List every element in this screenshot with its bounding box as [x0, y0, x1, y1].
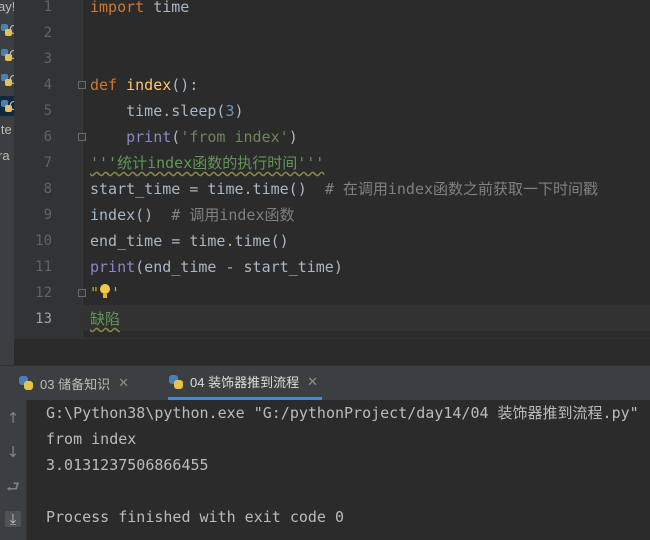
console-toolbar: ↑ ↓ ⮐ ⤓: [0, 400, 27, 540]
code-token: index(): [90, 206, 172, 224]
arrow-up-icon[interactable]: ↑: [5, 410, 21, 426]
code-editor[interactable]: 1 2 3 4 5 6 7 8 9 10 11 12 13 import time def index()…: [14, 0, 650, 338]
code-token: 3: [225, 102, 235, 120]
fold-marker-icon[interactable]: [78, 81, 86, 89]
tab-03-run[interactable]: 03 储备知识 ✕: [18, 366, 129, 400]
run-tool-tabs: 03 储备知识 ✕ 04 装饰器推到流程 ✕: [0, 365, 650, 401]
code-token: '''统计index函数的执行时间''': [90, 154, 325, 172]
line-number: 7: [43, 155, 52, 171]
code-line[interactable]: print('from index'): [90, 124, 298, 150]
code-line[interactable]: time.sleep(3): [90, 98, 244, 124]
run-console[interactable]: ↑ ↓ ⮐ ⤓ G:\Python38\python.exe "G:/pytho…: [0, 400, 650, 540]
arrow-down-icon[interactable]: ↓: [5, 444, 21, 460]
fold-marker-icon[interactable]: [78, 289, 86, 297]
code-token: time.sleep(: [90, 102, 226, 120]
code-token: end_time = time.time(): [90, 232, 289, 250]
soft-wrap-icon[interactable]: ⮐: [5, 479, 21, 495]
code-token: # 调用index函数: [171, 206, 295, 224]
console-exit-line: Process finished with exit code 0: [46, 508, 345, 526]
editor-bottom-edge: [14, 338, 650, 366]
line-number: 13: [35, 311, 52, 327]
line-number: 2: [43, 25, 52, 41]
code-token: ():: [171, 76, 199, 94]
code-token: 'from index': [180, 128, 289, 146]
code-token: print: [126, 128, 172, 146]
code-token: print: [90, 258, 136, 276]
code-line[interactable]: " ': [90, 280, 120, 306]
tab-label: 04 装饰器推到流程: [190, 375, 300, 390]
code-line[interactable]: end_time = time.time(): [90, 228, 289, 254]
code-line[interactable]: print(end_time - start_time): [90, 254, 343, 280]
code-line[interactable]: 缺陷: [90, 306, 120, 332]
project-tree-item[interactable]: ay!: [0, 0, 14, 17]
line-number: 9: [43, 207, 52, 223]
code-token: time: [144, 0, 190, 16]
line-number: 6: [43, 129, 52, 145]
line-number: 8: [43, 181, 52, 197]
code-token: import: [90, 0, 145, 16]
code-token: ': [111, 284, 121, 302]
scroll-to-end-icon[interactable]: ⤓: [5, 511, 21, 527]
python-file-icon: [18, 375, 34, 391]
code-line[interactable]: def index():: [90, 72, 198, 98]
close-icon[interactable]: ✕: [118, 375, 129, 391]
code-token: ": [90, 284, 100, 302]
tab-04-run[interactable]: 04 装饰器推到流程 ✕: [168, 366, 322, 400]
line-number: 11: [35, 259, 52, 275]
code-token: def: [90, 76, 118, 94]
console-output-line: 3.0131237506866455: [46, 456, 209, 474]
line-number: 12: [35, 285, 52, 301]
tab-label: 03 储备知识: [40, 376, 111, 392]
project-file-item[interactable]: C: [0, 45, 14, 65]
line-number: 3: [43, 51, 52, 67]
current-line-highlight: [82, 305, 650, 331]
lightbulb-icon[interactable]: [99, 284, 111, 300]
line-number: 4: [43, 77, 52, 93]
project-panel-strip: ay!CCCCitera: [0, 0, 14, 365]
code-token: start_time = time.time(): [90, 180, 325, 198]
code-line[interactable]: '''统计index函数的执行时间''': [90, 150, 324, 176]
line-number: 5: [43, 103, 52, 119]
project-tree-item[interactable]: ra: [0, 146, 12, 166]
console-command-line: G:\Python38\python.exe "G:/pythonProject…: [46, 404, 639, 422]
code-token: (end_time - start_time): [135, 258, 343, 276]
fold-marker-icon[interactable]: [78, 133, 86, 141]
code-token: (: [171, 128, 181, 146]
code-token: ): [234, 102, 244, 120]
close-icon[interactable]: ✕: [307, 374, 318, 390]
code-token: 缺陷: [90, 310, 121, 328]
code-token: # 在调用index函数之前获取一下时间戳: [324, 180, 599, 198]
project-file-item[interactable]: C: [0, 70, 14, 90]
code-line[interactable]: import time: [90, 0, 189, 20]
code-token: ): [288, 128, 298, 146]
console-output-line: from index: [46, 430, 137, 448]
code-line[interactable]: index() # 调用index函数: [90, 202, 295, 228]
code-line[interactable]: start_time = time.time() # 在调用index函数之前获…: [90, 176, 598, 202]
project-tree-item[interactable]: ite: [0, 120, 12, 140]
project-file-item[interactable]: C: [0, 20, 14, 40]
project-file-item[interactable]: C: [0, 96, 14, 116]
line-number: 1: [43, 0, 52, 15]
code-token: index: [126, 76, 172, 94]
line-number: 10: [35, 233, 52, 249]
python-file-icon: [168, 374, 184, 390]
